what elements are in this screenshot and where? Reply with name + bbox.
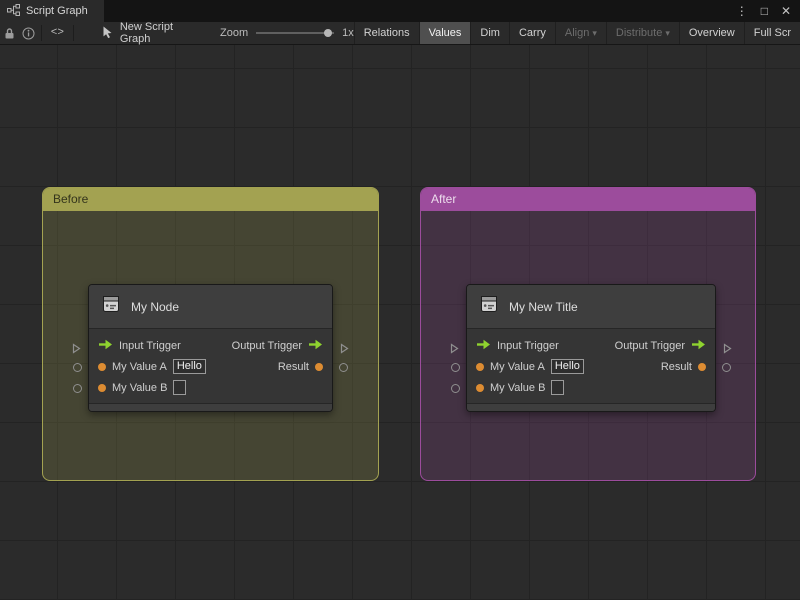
- info-icon[interactable]: [19, 22, 38, 44]
- value-b-row: My Value B: [467, 377, 715, 398]
- node-title: My Node: [131, 299, 180, 314]
- tab-bar: Script Graph ⋮ □ ✕: [0, 0, 800, 22]
- node-body: Input Trigger Output Trigger My Value A …: [467, 329, 715, 403]
- trigger-in-icon[interactable]: [98, 339, 113, 353]
- toolbar-separator: [72, 25, 74, 41]
- value-port-icon[interactable]: [476, 383, 484, 392]
- port-label: My Value A: [490, 360, 545, 373]
- port-label: My Value B: [112, 381, 168, 394]
- value-port-icon[interactable]: [698, 362, 706, 371]
- output-trigger-port[interactable]: [340, 341, 349, 359]
- graph-asset-icon: [101, 25, 114, 42]
- output-trigger-port[interactable]: [723, 341, 732, 359]
- maximize-icon[interactable]: □: [761, 4, 768, 18]
- node-title: My New Title: [509, 299, 578, 314]
- group-title: Before: [53, 192, 89, 206]
- value-b-port[interactable]: [451, 384, 460, 393]
- zoom-value: 1x: [342, 27, 354, 39]
- overview-button[interactable]: Overview: [678, 22, 744, 44]
- port-label: My Value A: [112, 360, 167, 373]
- trigger-row: Input Trigger Output Trigger: [467, 335, 715, 356]
- unit-icon: [478, 293, 500, 320]
- distribute-button-label: Distribute: [615, 27, 663, 39]
- value-b-port[interactable]: [73, 384, 82, 393]
- trigger-out-icon[interactable]: [691, 339, 706, 353]
- value-port-icon[interactable]: [98, 362, 106, 371]
- value-port-icon[interactable]: [315, 362, 323, 371]
- group-header[interactable]: After: [421, 188, 755, 211]
- tab-script-graph[interactable]: Script Graph: [0, 0, 104, 22]
- graph-name-field[interactable]: New Script Graph: [101, 21, 192, 45]
- port-label: Output Trigger: [614, 339, 685, 352]
- zoom-slider[interactable]: [256, 29, 335, 37]
- input-trigger-port[interactable]: [450, 341, 459, 359]
- value-a-port[interactable]: [451, 363, 460, 372]
- code-preview-icon[interactable]: <>: [51, 27, 64, 39]
- port-label: Input Trigger: [119, 339, 181, 352]
- value-port-icon[interactable]: [476, 362, 484, 371]
- value-b-row: My Value B: [89, 377, 332, 398]
- chevron-down-icon: ▾: [665, 27, 670, 38]
- node-body: Input Trigger Output Trigger My Value A …: [89, 329, 332, 403]
- trigger-row: Input Trigger Output Trigger: [89, 335, 332, 356]
- unit-node-before[interactable]: My Node Input Trigger Output Trigger My …: [72, 284, 349, 412]
- lock-icon[interactable]: [0, 22, 19, 44]
- fullscreen-button[interactable]: Full Scr: [743, 22, 800, 44]
- port-label: Output Trigger: [231, 339, 302, 352]
- trigger-in-icon[interactable]: [476, 339, 491, 353]
- distribute-button[interactable]: Distribute ▾: [605, 22, 679, 44]
- tab-title: Script Graph: [26, 5, 88, 17]
- script-graph-icon: [7, 3, 20, 19]
- unit-icon: [100, 293, 122, 320]
- value-a-row: My Value A Hello Result: [467, 356, 715, 377]
- unit-node-after[interactable]: My New Title Input Trigger Output Trigge…: [450, 284, 732, 412]
- menu-icon[interactable]: ⋮: [736, 4, 748, 18]
- value-a-row: My Value A Hello Result: [89, 356, 332, 377]
- value-port-icon[interactable]: [98, 383, 106, 392]
- graph-name-label: New Script Graph: [119, 21, 174, 45]
- script-graph-window: Script Graph ⋮ □ ✕ <> New Script Graph Z…: [0, 0, 800, 600]
- relations-button[interactable]: Relations: [353, 22, 419, 44]
- port-label: Result: [277, 360, 309, 373]
- zoom-label: Zoom: [219, 27, 249, 39]
- toolbar-buttons: Relations Values Dim Carry Align ▾ Distr…: [353, 22, 800, 44]
- value-a-input[interactable]: Hello: [550, 359, 584, 374]
- align-button-label: Align: [564, 27, 590, 39]
- carry-button[interactable]: Carry: [508, 22, 555, 44]
- input-trigger-port[interactable]: [72, 341, 81, 359]
- dim-button[interactable]: Dim: [470, 22, 509, 44]
- result-port[interactable]: [722, 363, 731, 372]
- port-label: Input Trigger: [497, 339, 559, 352]
- value-b-input[interactable]: [173, 380, 187, 395]
- port-label: My Value B: [490, 381, 546, 394]
- values-button[interactable]: Values: [418, 22, 471, 44]
- graph-toolbar: <> New Script Graph Zoom 1x Relations Va…: [0, 21, 800, 45]
- close-icon[interactable]: ✕: [781, 4, 791, 18]
- zoom-slider-handle[interactable]: [323, 29, 332, 37]
- group-header[interactable]: Before: [43, 188, 378, 211]
- node-footer: [467, 403, 715, 411]
- zoom-control: Zoom 1x: [220, 27, 354, 39]
- toolbar-separator: [40, 25, 42, 41]
- node-footer: [89, 403, 332, 411]
- graph-canvas[interactable]: Before After My Node Input Trigger Outpu…: [0, 45, 800, 600]
- trigger-out-icon[interactable]: [308, 339, 323, 353]
- value-a-input[interactable]: Hello: [172, 359, 206, 374]
- node-header[interactable]: My Node: [89, 285, 332, 329]
- node-header[interactable]: My New Title: [467, 285, 715, 329]
- align-button[interactable]: Align ▾: [554, 22, 606, 44]
- value-a-port[interactable]: [73, 363, 82, 372]
- group-title: After: [431, 192, 457, 206]
- port-label: Result: [660, 360, 692, 373]
- chevron-down-icon: ▾: [592, 27, 597, 38]
- value-b-input[interactable]: [551, 380, 565, 395]
- result-port[interactable]: [339, 363, 348, 372]
- window-controls: ⋮ □ ✕: [736, 4, 800, 18]
